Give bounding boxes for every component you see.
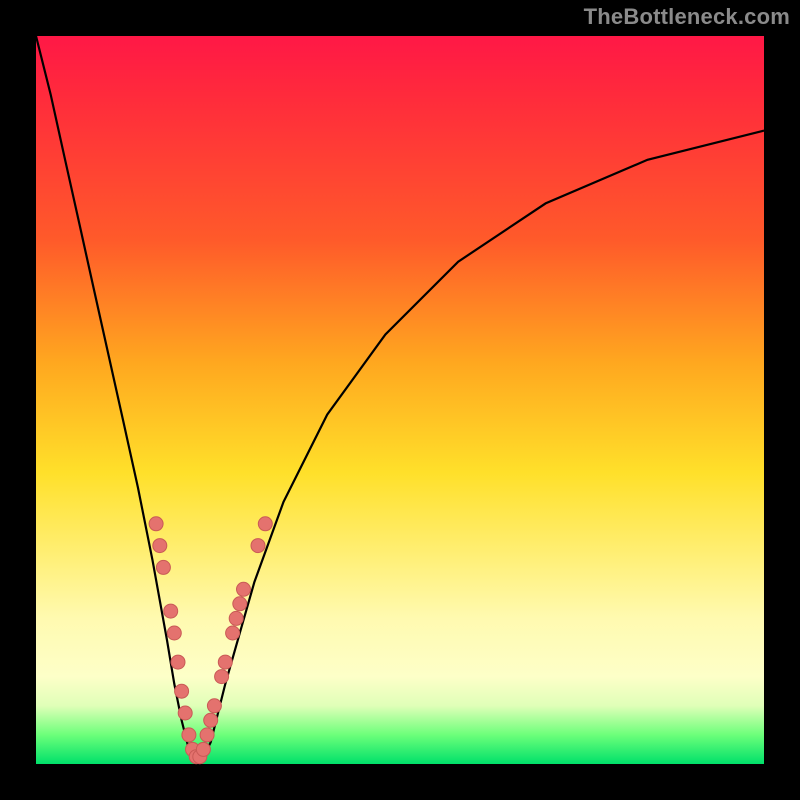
plot-area: [36, 36, 764, 764]
data-marker: [251, 539, 265, 553]
bottleneck-curve: [36, 36, 764, 764]
data-marker: [175, 684, 189, 698]
data-marker: [167, 626, 181, 640]
data-marker: [258, 517, 272, 531]
data-marker: [215, 670, 229, 684]
data-marker: [178, 706, 192, 720]
data-marker: [218, 655, 232, 669]
data-marker: [164, 604, 178, 618]
data-marker: [200, 728, 214, 742]
chart-frame: TheBottleneck.com: [0, 0, 800, 800]
data-marker: [156, 560, 170, 574]
data-marker: [171, 655, 185, 669]
data-marker: [149, 517, 163, 531]
curve-svg: [36, 36, 764, 764]
data-marker: [237, 582, 251, 596]
data-marker: [229, 611, 243, 625]
data-marker: [204, 713, 218, 727]
data-marker: [153, 539, 167, 553]
watermark-text: TheBottleneck.com: [584, 4, 790, 30]
data-marker: [196, 742, 210, 756]
data-marker: [182, 728, 196, 742]
data-marker: [233, 597, 247, 611]
data-marker: [207, 699, 221, 713]
data-marker: [226, 626, 240, 640]
